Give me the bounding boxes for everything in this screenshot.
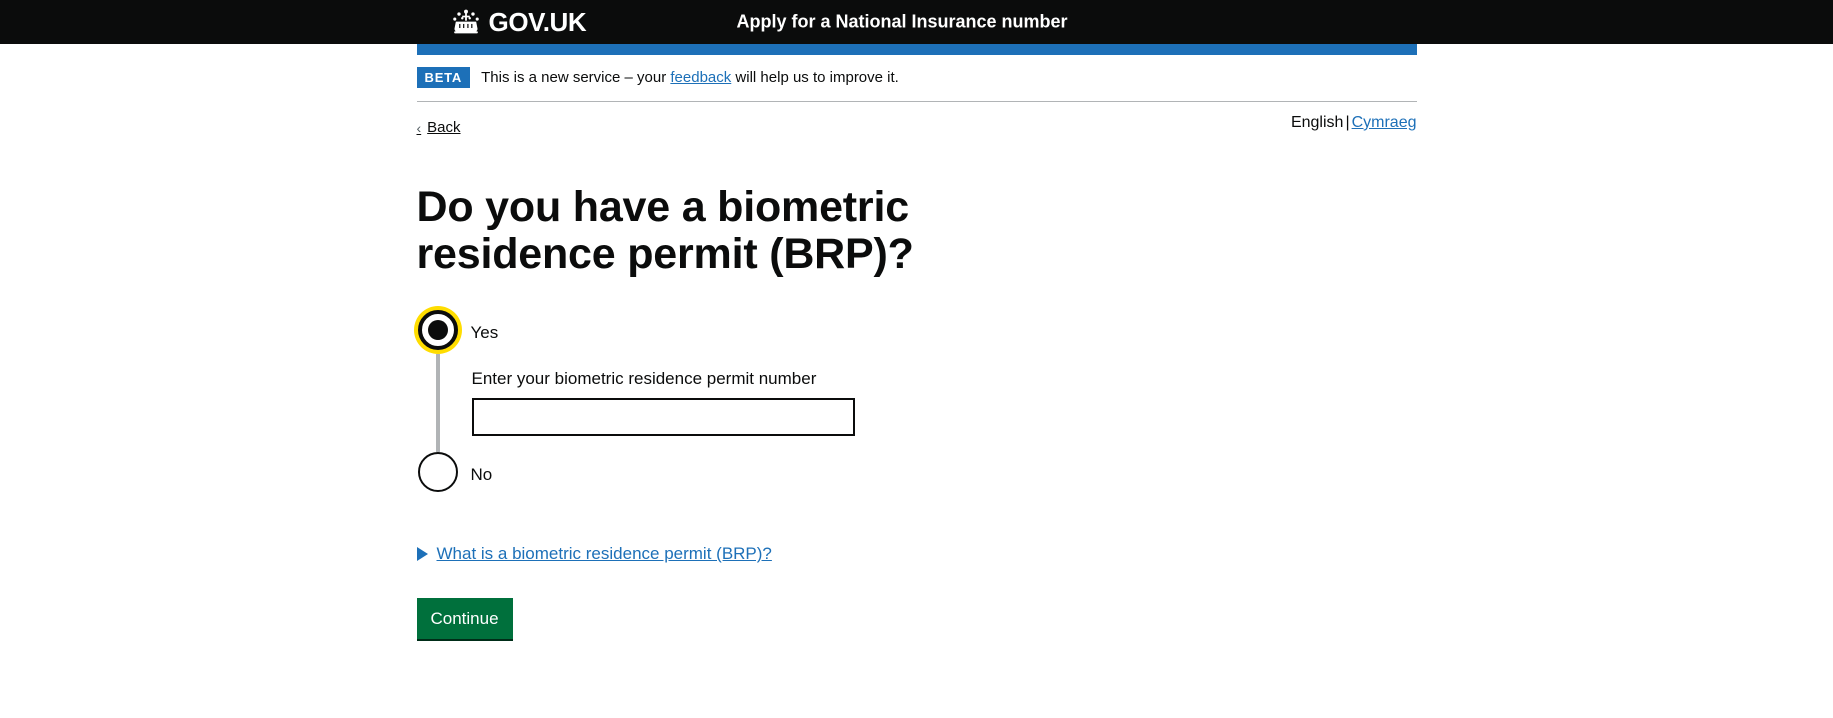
radio-button-no[interactable] [417, 451, 458, 492]
govuk-logo-link[interactable]: GOV.UK [449, 9, 587, 35]
page-container: BETA This is a new service – your feedba… [416, 55, 1417, 640]
language-alternative-link[interactable]: Cymraeg [1352, 114, 1417, 131]
brp-number-label: Enter your biometric residence permit nu… [471, 368, 817, 388]
radio-label-no: No [470, 464, 493, 484]
service-name-link[interactable]: Apply for a National Insurance number [737, 12, 1068, 33]
back-link-label: Back [427, 119, 461, 136]
radio-label-yes: Yes [470, 322, 499, 342]
language-switcher: English | Cymraeg [1291, 114, 1417, 132]
language-current: English [1290, 114, 1344, 131]
govuk-logotype-text: GOV.UK [488, 7, 587, 37]
phase-text-after: will help us to improve it. [731, 68, 899, 86]
details-summary-label[interactable]: What is a biometric residence permit (BR… [437, 543, 772, 564]
phase-banner-text: This is a new service – your feedback wi… [481, 68, 899, 88]
beta-tag: BETA [416, 67, 471, 88]
radio-dot-yes [427, 319, 448, 340]
back-link[interactable]: ‹ Back [417, 119, 461, 136]
continue-button[interactable]: Continue [416, 598, 513, 640]
radio-item-no[interactable]: No [417, 451, 1417, 496]
radio-item-yes[interactable]: Yes [417, 309, 1417, 354]
language-separator: | [1345, 114, 1350, 131]
phase-blue-strip-wrapper [416, 44, 1417, 55]
phase-text-before: This is a new service – your [481, 68, 671, 86]
feedback-link[interactable]: feedback [670, 69, 731, 86]
triangle-right-icon [416, 546, 428, 561]
govuk-header: GOV.UK Apply for a National Insurance nu… [0, 0, 1833, 44]
brp-number-input[interactable] [471, 397, 855, 436]
phase-banner: BETA This is a new service – your feedba… [416, 55, 1417, 102]
header-inner: GOV.UK Apply for a National Insurance nu… [417, 0, 1417, 44]
crown-icon [449, 9, 483, 35]
radio-button-yes[interactable] [417, 309, 458, 350]
conditional-reveal-brp-number: Enter your biometric residence permit nu… [435, 353, 1417, 452]
page-title: Do you have a biometric residence permit… [416, 183, 914, 278]
details-what-is-brp[interactable]: What is a biometric residence permit (BR… [416, 543, 1417, 564]
chevron-left-icon: ‹ [416, 119, 422, 136]
radio-group: Yes Enter your biometric residence permi… [417, 309, 1417, 496]
phase-blue-strip [416, 44, 1417, 55]
navigation-row: ‹ Back English | Cymraeg [417, 102, 1417, 146]
